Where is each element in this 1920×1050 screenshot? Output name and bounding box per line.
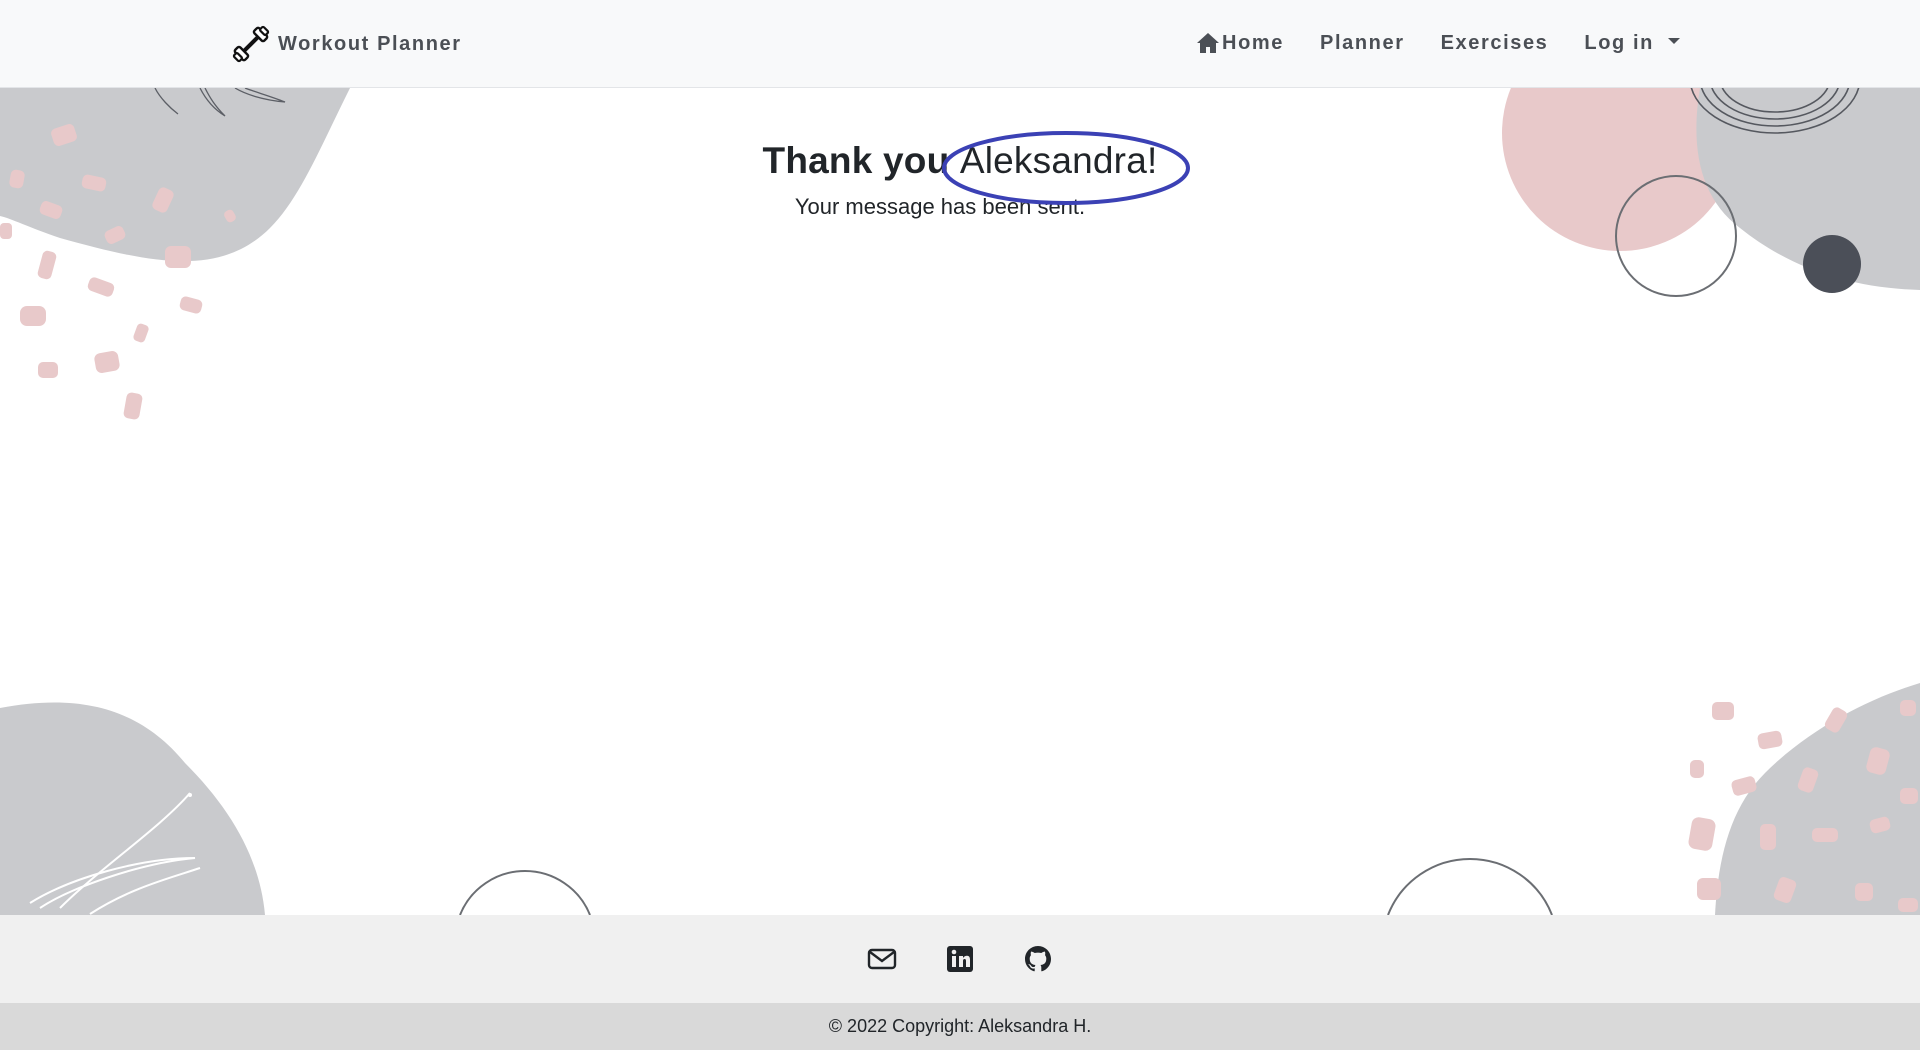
brand-link[interactable]: Workout Planner: [230, 22, 462, 66]
heading-name-wrapper: Aleksandra!: [941, 131, 1190, 205]
message-subtext: Your message has been sent.: [794, 194, 1086, 219]
confirmation-message: Thank you Aleksandra! Your message has b…: [0, 131, 1920, 220]
email-link[interactable]: [867, 944, 897, 974]
login-dropdown-toggle[interactable]: Log in: [1584, 32, 1680, 55]
linkedin-link[interactable]: [945, 944, 975, 974]
github-link[interactable]: [1023, 944, 1053, 974]
outline-arc-bottom-left: [459, 869, 591, 915]
heading-name: Aleksandra!: [959, 140, 1158, 181]
copyright-text: © 2022 Copyright: Aleksandra H.: [828, 1016, 1092, 1036]
linkedin-icon: [947, 946, 973, 972]
dumbbell-icon: [232, 25, 270, 63]
nav-links: Home Planner Exercises Log in: [1196, 26, 1680, 60]
heading-prefix: Thank you: [762, 140, 960, 181]
nav-link-planner-label: Planner: [1320, 31, 1405, 54]
nav-link-home-label: Home: [1222, 31, 1285, 54]
github-icon: [1025, 946, 1051, 972]
nav-link-planner[interactable]: Planner: [1320, 32, 1405, 55]
bottom-left-blob: [0, 702, 265, 915]
main-content: Thank you Aleksandra! Your message has b…: [0, 88, 1920, 915]
social-links: [0, 915, 1920, 1003]
brand-text: Workout Planner: [278, 32, 462, 55]
outline-arc-bottom-right: [1387, 857, 1553, 915]
login-dropdown-label: Log in: [1584, 31, 1654, 54]
envelope-icon: [867, 948, 897, 970]
bottom-right-blob: [1715, 683, 1920, 915]
nav-link-exercises-label: Exercises: [1440, 31, 1549, 54]
dark-dot: [1803, 235, 1861, 293]
thank-you-heading: Thank you Aleksandra!: [762, 131, 1190, 205]
nav-link-home[interactable]: Home: [1196, 32, 1284, 55]
home-icon: [1197, 33, 1220, 53]
footer: © 2022 Copyright: Aleksandra H.: [0, 915, 1920, 1050]
navbar: Workout Planner Home Planner Exercises L…: [0, 0, 1920, 88]
nav-link-exercises[interactable]: Exercises: [1441, 32, 1549, 55]
caret-down-icon: [1668, 38, 1680, 44]
copyright-bar: © 2022 Copyright: Aleksandra H.: [0, 1003, 1920, 1050]
